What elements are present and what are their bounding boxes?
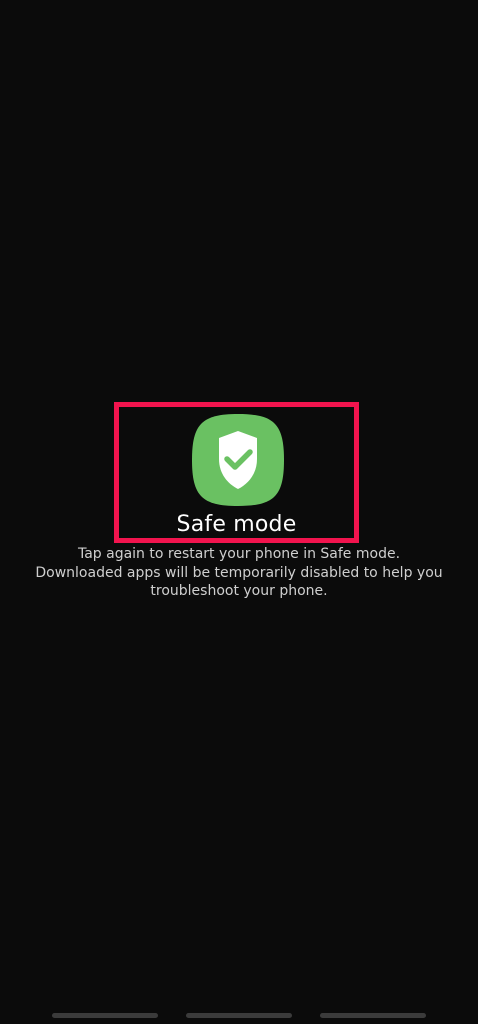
home-handle[interactable]	[186, 1013, 292, 1018]
safe-mode-label: Safe mode	[176, 512, 297, 537]
safe-mode-button[interactable]: Safe mode	[114, 402, 359, 543]
recent-apps-handle[interactable]	[52, 1013, 158, 1018]
power-menu-screen: Safe mode Tap again to restart your phon…	[0, 0, 478, 1024]
navigation-bar	[0, 1010, 478, 1024]
safe-mode-description: Tap again to restart your phone in Safe …	[35, 546, 443, 599]
back-handle[interactable]	[320, 1013, 426, 1018]
shield-check-icon	[192, 414, 284, 506]
